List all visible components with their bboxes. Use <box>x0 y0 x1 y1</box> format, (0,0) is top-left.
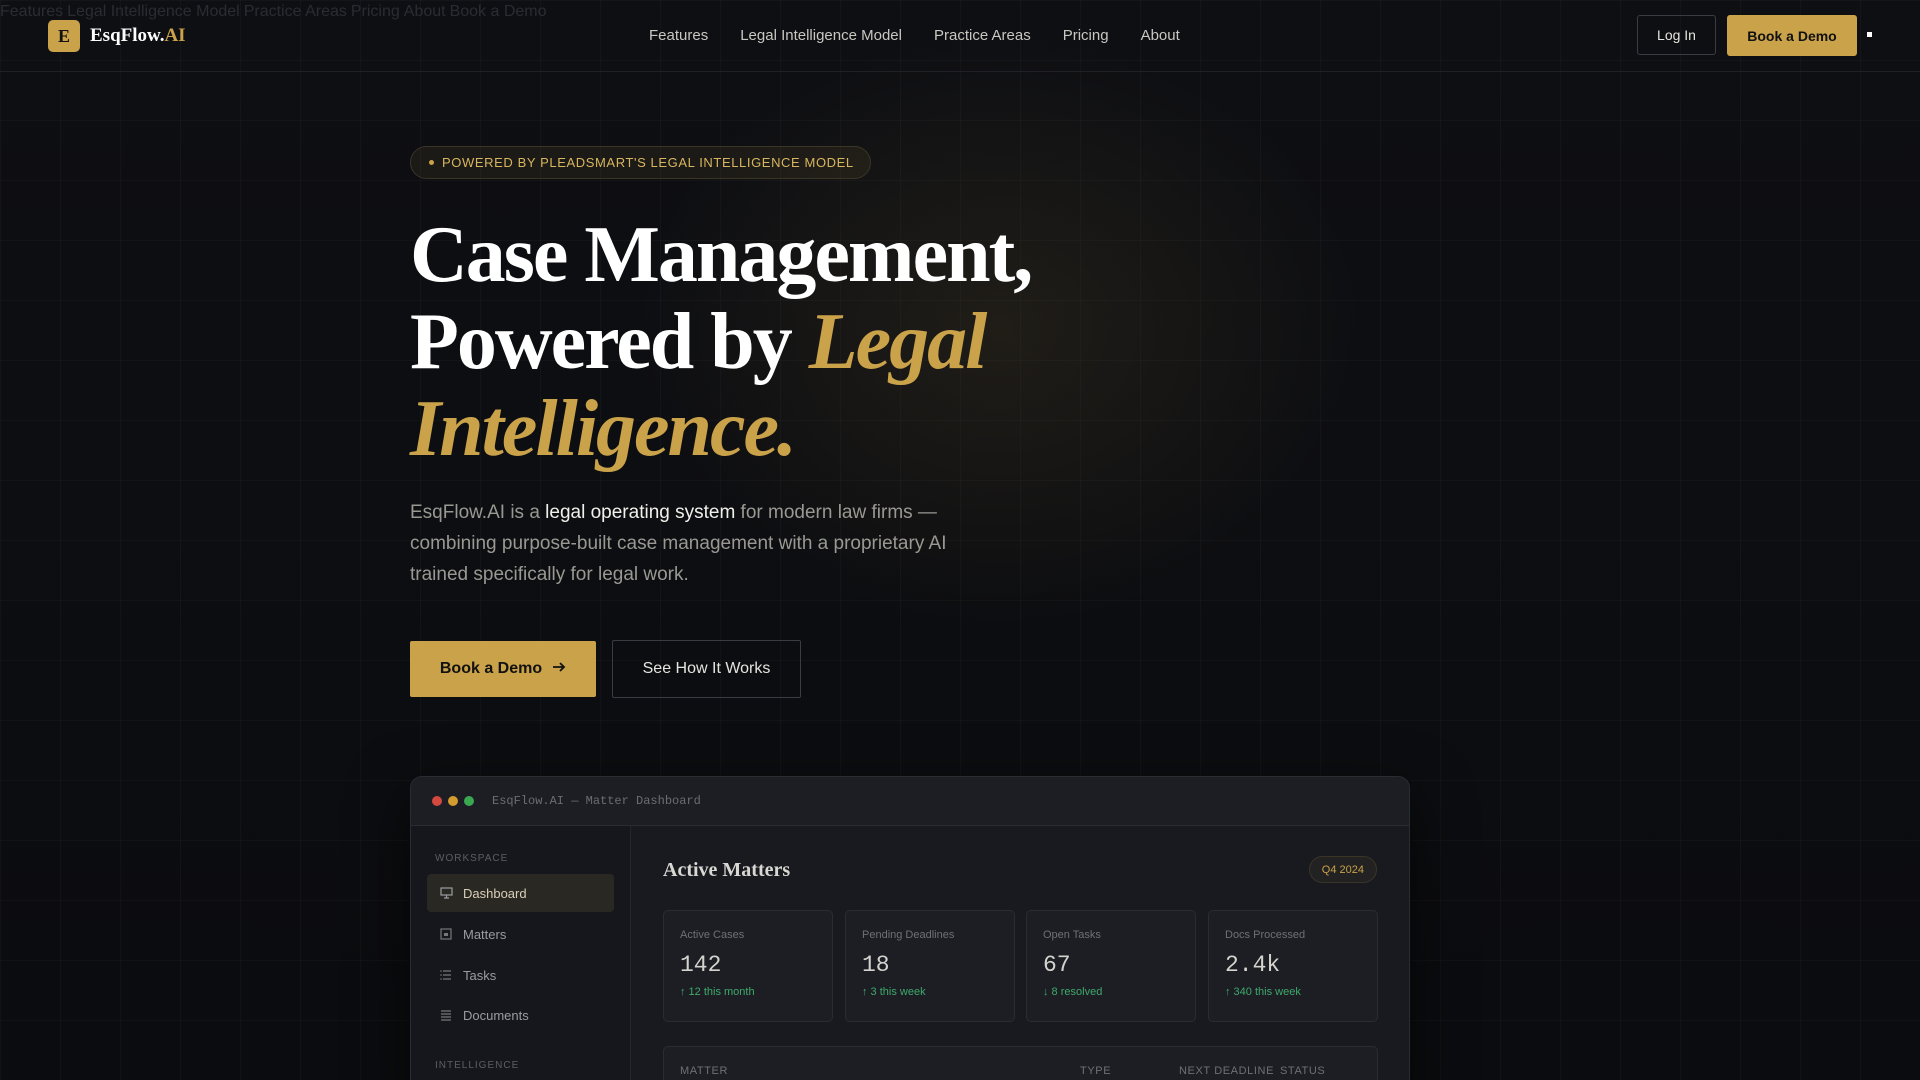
sidebar-item-label: Tasks <box>463 967 497 983</box>
stat-value: 2.4k <box>1225 952 1281 978</box>
window-title: EsqFlow.AI — Matter Dashboard <box>492 794 701 808</box>
column-header-status[interactable]: STATUS <box>1280 1065 1325 1077</box>
stat-value: 18 <box>862 952 890 978</box>
stat-label: Active Cases <box>680 929 745 941</box>
stat-label: Pending Deadlines <box>862 929 955 941</box>
nav-link-legal-intelligence-model[interactable]: Legal Intelligence Model <box>740 27 902 44</box>
maximize-dot-icon <box>464 796 474 806</box>
monitor-icon <box>439 887 453 899</box>
nav-link-pricing[interactable]: Pricing <box>1063 27 1109 44</box>
stat-card-docs-processed: Docs Processed 2.4k ↑ 340 this week <box>1208 910 1378 1022</box>
description-prefix: EsqFlow.AI is a <box>410 502 546 523</box>
badge-text: POWERED BY PLEADSMART'S LEGAL INTELLIGEN… <box>442 155 854 170</box>
sidebar-item-label: Matters <box>463 926 507 942</box>
sidebar-item-dashboard[interactable]: Dashboard <box>427 874 614 912</box>
stat-delta: ↓ 8 resolved <box>1043 986 1103 998</box>
see-how-it-works-button[interactable]: See How It Works <box>612 640 801 698</box>
arrow-right-icon <box>552 660 566 679</box>
close-dot-icon <box>432 796 442 806</box>
description-highlight: legal operating system <box>545 502 736 523</box>
headline-line2: Powered by <box>410 298 809 386</box>
stat-label: Open Tasks <box>1043 929 1101 941</box>
list-icon <box>439 969 453 981</box>
headline-line3-gold: Intelligence. <box>410 385 797 473</box>
hero-description: EsqFlow.AI is a legal operating system f… <box>410 497 950 590</box>
stat-card-open-tasks: Open Tasks 67 ↓ 8 resolved <box>1026 910 1196 1022</box>
sidebar-item-label: Documents <box>463 1007 529 1023</box>
sidebar-item-label: Dashboard <box>463 885 527 901</box>
powered-by-badge: POWERED BY PLEADSMART'S LEGAL INTELLIGEN… <box>410 146 871 179</box>
intelligence-heading: INTELLIGENCE <box>435 1060 520 1071</box>
column-header-type[interactable]: TYPE <box>1080 1065 1111 1077</box>
matters-table-header: MATTER TYPE NEXT DEADLINE STATUS <box>663 1046 1378 1080</box>
dashboard-preview: EsqFlow.AI — Matter Dashboard WORKSPACE … <box>410 776 1410 1080</box>
stat-delta: ↑ 12 this month <box>680 986 755 998</box>
minimize-dot-icon <box>448 796 458 806</box>
period-badge[interactable]: Q4 2024 <box>1308 856 1377 883</box>
book-demo-label: Book a Demo <box>439 660 543 677</box>
stat-value: 142 <box>680 952 722 978</box>
stat-card-pending-deadlines: Pending Deadlines 18 ↑ 3 this week <box>845 910 1015 1022</box>
sidebar-item-matters[interactable]: Matters <box>427 915 614 953</box>
column-header-matter[interactable]: MATTER <box>680 1065 728 1077</box>
stat-label: Docs Processed <box>1225 929 1306 941</box>
menu-dot <box>1867 32 1872 37</box>
stat-card-active-cases: Active Cases 142 ↑ 12 this month <box>663 910 833 1022</box>
top-nav: E EsqFlow.AI Features Legal Intelligence… <box>0 0 1920 72</box>
logo-text: EsqFlow.AI <box>90 25 186 47</box>
workspace-heading: WORKSPACE <box>435 853 509 864</box>
logo-mark: E <box>48 20 80 52</box>
sidebar-item-documents[interactable]: Documents <box>427 996 614 1034</box>
column-header-next-deadline[interactable]: NEXT DEADLINE <box>1179 1065 1274 1077</box>
folder-icon <box>439 928 453 940</box>
dashboard-main: Active Matters Q4 2024 Active Cases 142 … <box>631 826 1409 1080</box>
headline-line1: Case Management, <box>410 211 1033 299</box>
nav-link-features[interactable]: Features <box>649 27 708 44</box>
headline-line2-gold: Legal <box>808 298 988 386</box>
dashboard-sidebar: WORKSPACE Dashboard Matters Tasks Docume… <box>411 826 631 1080</box>
window-titlebar: EsqFlow.AI — Matter Dashboard <box>411 777 1409 826</box>
book-demo-nav-button[interactable]: Book a Demo <box>1727 15 1857 56</box>
sidebar-item-tasks[interactable]: Tasks <box>427 956 614 994</box>
login-button[interactable]: Log In <box>1637 15 1716 55</box>
documents-icon <box>439 1009 453 1021</box>
brand-name-accent: AI <box>164 25 186 46</box>
active-matters-title: Active Matters <box>663 859 791 881</box>
badge-dot-icon <box>429 160 434 165</box>
stat-delta: ↑ 340 this week <box>1225 986 1301 998</box>
nav-link-about[interactable]: About <box>1141 27 1180 44</box>
brand-name: EsqFlow. <box>90 25 165 46</box>
hero-headline: Case Management, Powered by Legal Intell… <box>410 211 1033 473</box>
stat-delta: ↑ 3 this week <box>862 986 926 998</box>
nav-link-practice-areas[interactable]: Practice Areas <box>934 27 1031 44</box>
book-demo-button[interactable]: Book a Demo <box>410 641 596 697</box>
nav-links: Features Legal Intelligence Model Practi… <box>649 27 1212 44</box>
stat-value: 67 <box>1043 952 1071 978</box>
logo[interactable]: E EsqFlow.AI <box>48 20 186 52</box>
